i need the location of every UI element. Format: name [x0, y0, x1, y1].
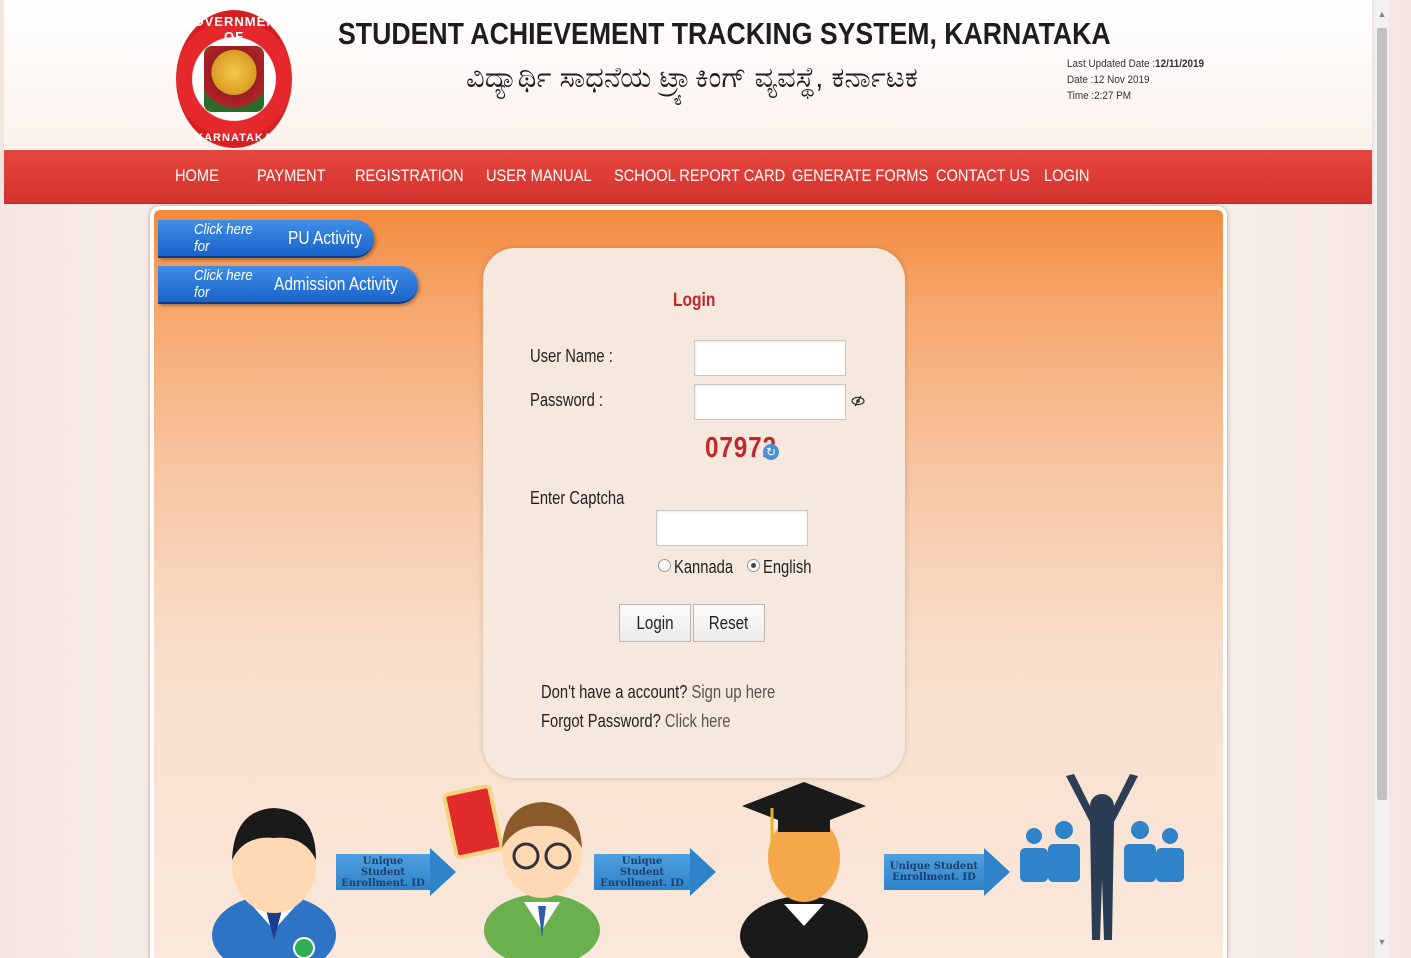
- student-journey-illustration: Unique Student Enrollment. ID Unique Stud…: [154, 770, 1223, 958]
- nav-user-manual[interactable]: USER MANUAL: [486, 166, 592, 186]
- forgot-password-row: Forgot Password? Click here: [541, 711, 731, 732]
- content-panel: Click here for PU Activity Click here fo…: [150, 206, 1227, 958]
- site-title-kannada: ವಿದ್ಯಾರ್ಥಿ ಸಾಧನೆಯ ಟ್ರ್ಯಾಕಿಂಗ್ ವ್ಯವಸ್ಥೆ, …: [466, 62, 918, 94]
- username-label: User Name :: [530, 346, 613, 366]
- signup-link[interactable]: Sign up here: [692, 682, 776, 702]
- eye-slash-icon[interactable]: [851, 394, 865, 410]
- kannada-radio-label: Kannada: [674, 557, 734, 577]
- emblem-top-text: GOVERNMENT OF: [182, 14, 286, 44]
- site-title-english: STUDENT ACHIEVEMENT TRACKING SYSTEM, KAR…: [338, 16, 1111, 51]
- emblem-bottom-text: KARNATAKA: [195, 132, 273, 144]
- kannada-radio[interactable]: [658, 559, 671, 572]
- password-input[interactable]: [694, 384, 846, 420]
- nav-school-report-card[interactable]: SCHOOL REPORT CARD: [614, 166, 785, 186]
- forgot-password-text: Forgot Password?: [541, 711, 661, 731]
- scrollbar-thumb[interactable]: [1377, 28, 1387, 800]
- arrow-1-label: Unique Student Enrollment. ID: [341, 855, 425, 889]
- arrow-3-label: Unique Student Enrollment. ID: [889, 861, 979, 883]
- arrow-2-label: Unique Student Enrollment. ID: [600, 855, 684, 889]
- team-success-icon: [1020, 774, 1184, 940]
- last-updated-value: 12/11/2019: [1155, 58, 1205, 70]
- admission-activity-text: Admission Activity: [273, 273, 398, 294]
- last-updated-info: Last Updated Date :12/11/2019 Date :12 N…: [1067, 56, 1204, 104]
- scroll-up-arrow-icon[interactable]: ▲: [1374, 6, 1390, 22]
- page-scrollbar[interactable]: ▲ ▼: [1373, 0, 1389, 958]
- refresh-captcha-icon[interactable]: ↻: [763, 444, 779, 460]
- login-button[interactable]: Login: [619, 604, 691, 642]
- signup-row: Don't have a account? Sign up here: [541, 682, 775, 703]
- login-title: Login: [673, 290, 716, 311]
- last-updated-label: Last Updated Date :: [1067, 58, 1156, 70]
- pu-activity-text: PU Activity: [287, 227, 362, 248]
- captcha-input[interactable]: [656, 510, 808, 546]
- date-line: Date :12 Nov 2019: [1067, 74, 1150, 86]
- pu-click-here-text: Click here for: [194, 221, 253, 255]
- karnataka-emblem-logo: GOVERNMENT OF KARNATAKA: [176, 10, 292, 148]
- graduate-icon: [740, 782, 868, 958]
- admission-activity-link[interactable]: Click here for Admission Activity: [158, 266, 418, 304]
- pu-activity-link[interactable]: Click here for PU Activity: [158, 220, 374, 258]
- captcha-label: Enter Captcha: [530, 488, 625, 508]
- password-label: Password :: [530, 390, 604, 410]
- reset-button-label: Reset: [709, 612, 749, 633]
- enrollment-arrow-1: Unique Student Enrollment. ID: [336, 848, 456, 896]
- enrollment-arrow-2: Unique Student Enrollment. ID: [594, 848, 716, 896]
- username-input[interactable]: [694, 340, 846, 376]
- reset-button[interactable]: Reset: [693, 604, 765, 642]
- site-header: GOVERNMENT OF KARNATAKA STUDENT ACHIEVEM…: [4, 0, 1372, 150]
- no-account-text: Don't have a account?: [541, 682, 688, 702]
- login-form: Login User Name : Password : 07972 ↻ Ent…: [483, 248, 905, 778]
- english-radio[interactable]: [747, 559, 760, 572]
- english-radio-label: English: [763, 557, 812, 577]
- emblem-crest: [204, 46, 264, 112]
- nav-payment[interactable]: PAYMENT: [257, 166, 326, 186]
- enrollment-arrow-3: Unique Student Enrollment. ID: [884, 848, 1010, 896]
- nav-login[interactable]: LOGIN: [1044, 166, 1089, 186]
- student-boy-icon: [212, 808, 336, 958]
- time-line: Time :2:27 PM: [1067, 90, 1132, 102]
- main-nav: HOME PAYMENT REGISTRATION USER MANUAL SC…: [4, 150, 1372, 204]
- teacher-icon: [442, 784, 600, 958]
- nav-generate-forms[interactable]: GENERATE FORMS: [792, 166, 928, 186]
- forgot-password-link[interactable]: Click here: [665, 711, 731, 731]
- nav-home[interactable]: HOME: [175, 166, 219, 186]
- admission-click-here-text: Click here for: [194, 267, 253, 301]
- nav-contact-us[interactable]: CONTACT US: [936, 166, 1030, 186]
- nav-registration[interactable]: REGISTRATION: [355, 166, 464, 186]
- login-button-label: Login: [636, 612, 674, 633]
- scroll-down-arrow-icon[interactable]: ▼: [1374, 934, 1390, 950]
